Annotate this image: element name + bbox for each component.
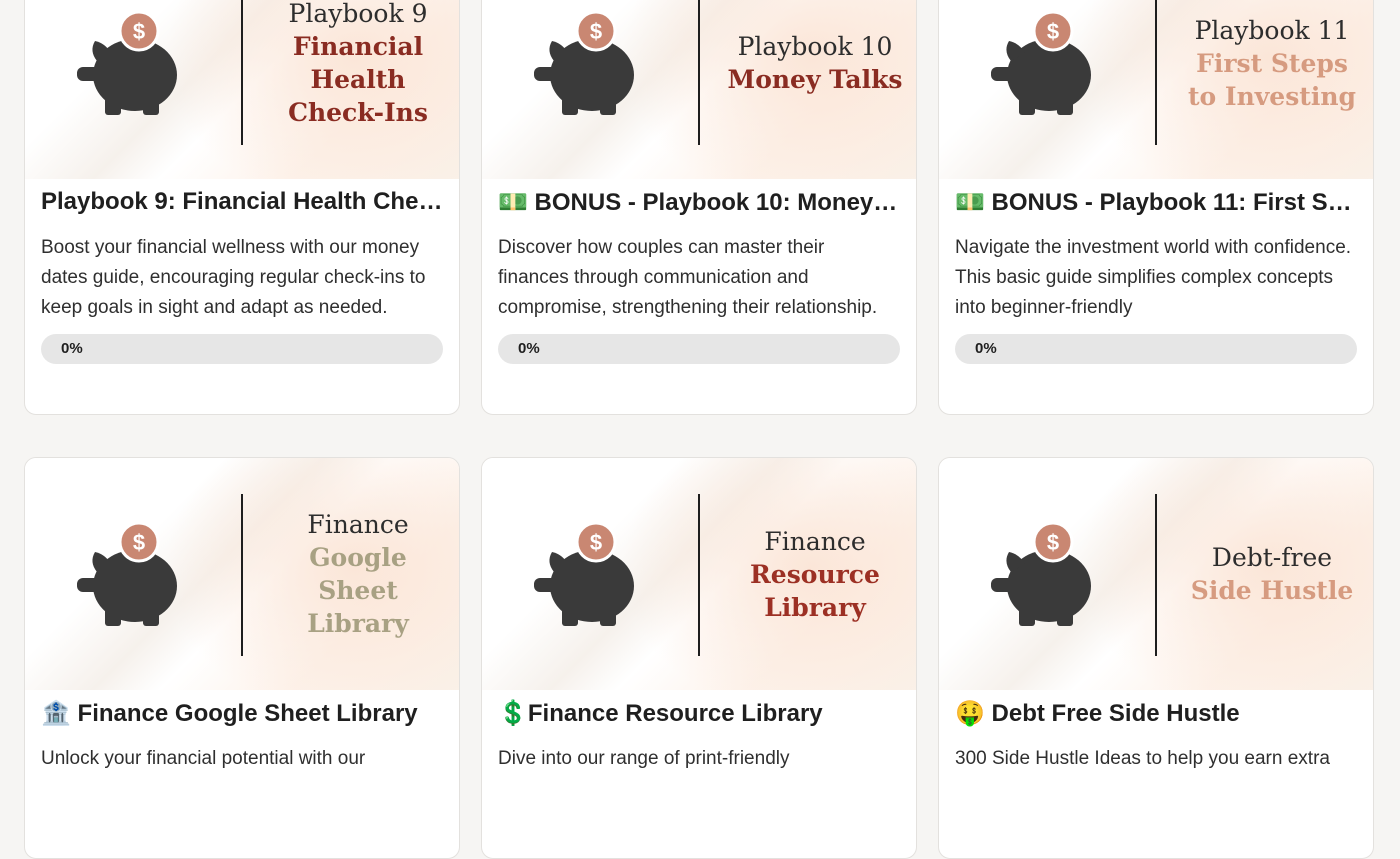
course-card[interactable]: $ Playbook 11 First Steps to Investing 💵…	[938, 0, 1374, 415]
cover-title-line2: Money Talks	[727, 65, 903, 94]
course-card[interactable]: $ Finance Resource Library 💲Finance Reso…	[481, 457, 917, 859]
cover-divider	[1155, 494, 1157, 656]
cover-title: Debt-free Side Hustle	[1165, 458, 1373, 690]
piggy-bank-icon: $	[534, 11, 634, 115]
progress-label: 0%	[61, 340, 83, 357]
course-card[interactable]: $ Playbook 9 Financial Health Check-Ins …	[24, 0, 460, 415]
course-title[interactable]: 💵 BONUS - Playbook 11: First Steps to In…	[955, 188, 1357, 217]
cover-title-line2: Resource Library	[750, 559, 880, 622]
course-description: Dive into our range of print-friendly	[498, 748, 790, 769]
course-title[interactable]: 💵 BONUS - Playbook 10: Money Talks	[498, 188, 900, 217]
piggy-bank-icon: $	[77, 522, 177, 626]
course-card[interactable]: $ Playbook 10 Money Talks 💵 BONUS - Play…	[481, 0, 917, 415]
course-cover: $ Playbook 11 First Steps to Investing	[939, 0, 1373, 179]
cover-divider	[698, 494, 700, 656]
cover-divider	[698, 0, 700, 145]
cover-title-line1: Finance	[764, 526, 866, 556]
piggy-bank-icon: $	[991, 522, 1091, 626]
course-card[interactable]: $ Debt-free Side Hustle 🤑 Debt Free Side…	[938, 457, 1374, 859]
progress-bar: 0%	[41, 334, 443, 364]
course-title[interactable]: 🏦 Finance Google Sheet Library	[41, 699, 443, 728]
cover-title-line2: Side Hustle	[1190, 576, 1354, 605]
cover-title-line1: Finance	[307, 510, 409, 539]
course-card[interactable]: $ Finance Google Sheet Library 🏦 Finance…	[24, 457, 460, 859]
course-description: Boost your financial wellness with our m…	[41, 237, 426, 318]
progress-bar: 0%	[955, 334, 1357, 364]
cover-title: Finance Resource Library	[708, 458, 916, 690]
course-description: Navigate the investment world with confi…	[955, 237, 1352, 318]
cover-title-line1: Playbook 11	[1194, 15, 1350, 45]
progress-label: 0%	[975, 340, 997, 357]
svg-text:$: $	[1047, 19, 1059, 44]
piggy-bank-icon: $	[77, 11, 177, 115]
cover-divider	[241, 0, 243, 145]
cover-title-line1: Playbook 9	[288, 0, 428, 28]
piggy-bank-icon: $	[534, 522, 634, 626]
svg-text:$: $	[133, 19, 145, 44]
course-cover: $ Playbook 10 Money Talks	[482, 0, 916, 179]
cover-title: Playbook 10 Money Talks	[708, 0, 916, 179]
course-cover: $ Playbook 9 Financial Health Check-Ins	[25, 0, 459, 179]
course-title[interactable]: 🤑 Debt Free Side Hustle	[955, 699, 1357, 728]
cover-title-line2: First Steps to Investing	[1187, 48, 1356, 111]
svg-text:$: $	[1047, 530, 1059, 555]
progress-label: 0%	[518, 340, 540, 357]
svg-text:$: $	[590, 19, 602, 44]
cover-title: Finance Google Sheet Library	[251, 458, 459, 690]
cover-divider	[1155, 0, 1157, 145]
cover-title-line2: Google Sheet Library	[307, 543, 409, 638]
cover-title-line1: Playbook 10	[737, 32, 893, 61]
piggy-bank-icon: $	[991, 11, 1091, 115]
cover-title-line2: Financial Health Check-Ins	[288, 32, 428, 127]
svg-text:$: $	[133, 530, 145, 555]
course-title[interactable]: Playbook 9: Financial Health Check-Ins	[41, 188, 443, 216]
svg-text:$: $	[590, 530, 602, 555]
course-description: 300 Side Hustle Ideas to help you earn e…	[955, 748, 1330, 769]
course-title[interactable]: 💲Finance Resource Library	[498, 699, 900, 728]
cover-divider	[241, 494, 243, 656]
cover-title: Playbook 9 Financial Health Check-Ins	[251, 0, 459, 179]
course-cover: $ Debt-free Side Hustle	[939, 458, 1373, 690]
course-description: Unlock your financial potential with our	[41, 748, 366, 769]
progress-bar: 0%	[498, 334, 900, 364]
cover-title: Playbook 11 First Steps to Investing	[1165, 0, 1373, 179]
course-description: Discover how couples can master their fi…	[498, 237, 878, 318]
course-cover: $ Finance Google Sheet Library	[25, 458, 459, 690]
cover-title-line1: Debt-free	[1211, 543, 1333, 572]
course-cover: $ Finance Resource Library	[482, 458, 916, 690]
